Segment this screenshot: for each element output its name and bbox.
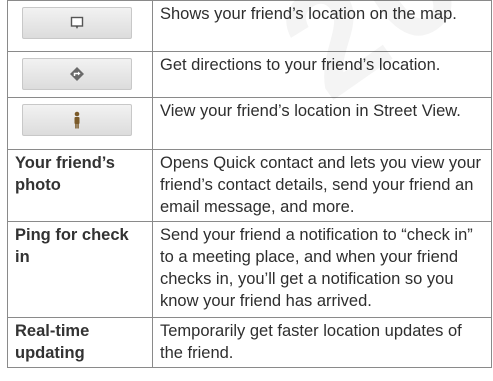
feature-label: Your friend’s photo [7, 149, 153, 222]
table-row: Get directions to your friend’s location… [7, 51, 492, 98]
description-cell: Opens Quick contact and lets you view yo… [152, 149, 492, 222]
icon-cell [7, 97, 153, 150]
table-row: Ping for check in Send your friend a not… [7, 221, 492, 318]
description-cell: Shows your friend’s location on the map. [152, 0, 492, 52]
map-pin-icon [70, 16, 84, 30]
directions-button[interactable] [22, 58, 132, 90]
feature-label: Real-time updating [7, 317, 153, 368]
icon-cell [7, 0, 153, 52]
feature-label: Ping for check in [7, 221, 153, 318]
table-row: Shows your friend’s location on the map. [7, 0, 492, 52]
description-cell: Get directions to your friend’s location… [152, 51, 492, 98]
description-cell: View your friend’s location in Street Vi… [152, 97, 492, 150]
street-view-person-icon [72, 111, 82, 129]
street-view-button[interactable] [22, 104, 132, 136]
table-row: Your friend’s photo Opens Quick contact … [7, 149, 492, 222]
description-cell: Send your friend a notification to “chec… [152, 221, 492, 318]
show-on-map-button[interactable] [22, 7, 132, 39]
table-row: View your friend’s location in Street Vi… [7, 97, 492, 150]
icon-cell [7, 51, 153, 98]
table-row: Real-time updating Temporarily get faste… [7, 317, 492, 368]
feature-table: Shows your friend’s location on the map.… [7, 0, 492, 368]
description-cell: Temporarily get faster location updates … [152, 317, 492, 368]
directions-icon [69, 66, 85, 82]
